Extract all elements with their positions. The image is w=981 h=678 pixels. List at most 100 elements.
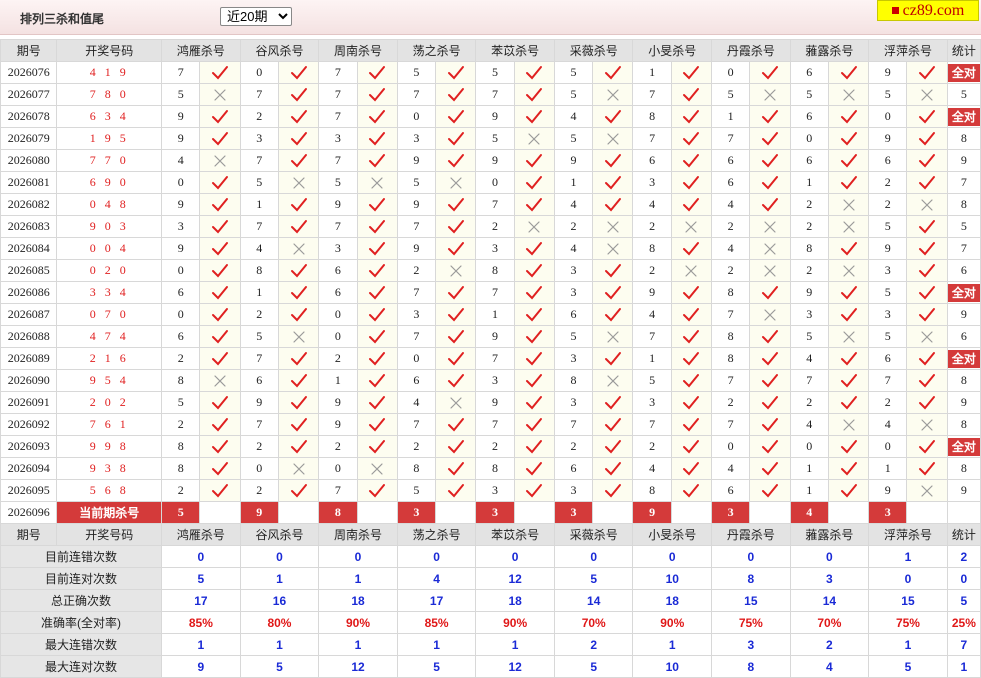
table-row: 2026086 3 3 4 6 1 6 7 7 3 9 8 9 5 全对: [0, 281, 981, 304]
period-cell: 2026089: [0, 347, 58, 370]
result-mark-cell: [749, 281, 791, 304]
current-empty-cell: [749, 501, 791, 524]
kill-number-cell: 2: [239, 435, 279, 458]
result-mark-cell: [906, 259, 948, 282]
kill-number-cell: 5: [868, 325, 908, 348]
stat-value: 1: [396, 633, 477, 656]
kill-number-cell: 2: [553, 215, 594, 238]
kill-number-cell: 7: [239, 413, 279, 436]
row-total-value: 7: [960, 175, 967, 189]
period-cell: 2026077: [0, 83, 58, 106]
kill-number-cell: 3: [396, 303, 437, 326]
cross-icon: [607, 132, 619, 145]
cross-icon: [450, 176, 462, 189]
kill-number-cell: 3: [553, 347, 594, 370]
kill-number-cell: 8: [161, 435, 201, 458]
kill-number-cell: 3: [475, 369, 515, 392]
check-icon: [447, 285, 464, 299]
result-mark-cell: [513, 479, 555, 502]
result-mark-cell: [827, 83, 870, 106]
kill-number-cell: 7: [711, 303, 751, 326]
result-mark-cell: [277, 127, 320, 150]
stat-value: 2: [789, 633, 870, 656]
check-icon: [212, 241, 229, 255]
result-mark-cell: [906, 479, 948, 502]
period-range-select[interactable]: 近20期: [220, 7, 292, 26]
cross-icon: [292, 176, 305, 189]
stat-value: 10: [632, 567, 713, 590]
check-icon: [212, 175, 229, 189]
check-icon: [919, 153, 936, 167]
result-mark-cell: [277, 281, 320, 304]
result-mark-cell: [749, 215, 791, 238]
row-total-cell: 9: [946, 303, 981, 326]
kill-number-cell: 7: [239, 83, 279, 106]
kill-number-cell: 9: [475, 105, 515, 128]
kill-number-cell: 3: [553, 479, 594, 502]
cross-icon: [371, 462, 383, 475]
kill-number-cell: 7: [396, 83, 437, 106]
check-icon: [526, 197, 543, 211]
kill-number-cell: 7: [632, 83, 672, 106]
check-icon: [683, 131, 700, 145]
kill-number-cell: 5: [475, 127, 515, 150]
check-icon: [604, 461, 621, 475]
result-mark-cell: [670, 281, 713, 304]
kill-number-cell: 2: [789, 215, 829, 238]
result-mark-cell: [906, 303, 948, 326]
kill-number-cell: 9: [161, 127, 201, 150]
check-icon: [683, 395, 700, 409]
stat-value: 12: [475, 567, 555, 590]
check-icon: [604, 285, 621, 299]
result-mark-cell: [199, 457, 241, 480]
stat-value: 14: [789, 589, 870, 612]
cross-icon: [607, 374, 619, 387]
draw-number-cell: 5 6 8: [56, 479, 163, 502]
check-icon: [369, 373, 386, 387]
stat-value: 1: [239, 567, 320, 590]
check-icon: [604, 153, 621, 167]
draw-number-cell: 9 9 8: [56, 435, 163, 458]
period-cell: 2026092: [0, 413, 58, 436]
kill-number-cell: 0: [161, 259, 201, 282]
check-icon: [840, 307, 857, 321]
header-expert: 周南杀号: [318, 39, 398, 62]
top-bar: 排列三杀和值尾 近20期 cz89.com: [0, 0, 981, 35]
kill-number-cell: 6: [396, 369, 437, 392]
kill-number-cell: 2: [475, 435, 515, 458]
result-mark-cell: [435, 193, 477, 216]
result-mark-cell: [827, 325, 870, 348]
result-mark-cell: [827, 259, 870, 282]
stat-value: 18: [475, 589, 555, 612]
result-mark-cell: [827, 193, 870, 216]
kill-number-cell: 9: [475, 325, 515, 348]
check-icon: [683, 329, 700, 343]
current-kill-number: 9: [632, 501, 672, 524]
kill-number-cell: 3: [632, 391, 672, 414]
current-kill-number: 9: [239, 501, 279, 524]
kill-number-cell: 0: [789, 435, 829, 458]
kill-number-cell: 8: [711, 325, 751, 348]
check-icon: [526, 395, 543, 409]
site-logo[interactable]: cz89.com: [877, 0, 979, 21]
kill-number-cell: 7: [239, 215, 279, 238]
header-row: 期号 开奖号码 鸿雁杀号 谷风杀号 周南杀号 荡之杀号 苯苡杀号 采薇杀号 小旻杀号 丹霞杀号 蕥露…: [0, 39, 981, 62]
result-mark-cell: [199, 83, 241, 106]
result-mark-cell: [435, 149, 477, 172]
check-icon: [526, 87, 543, 101]
kill-number-cell: 8: [475, 259, 515, 282]
kill-number-cell: 2: [161, 347, 201, 370]
stat-value: 5: [161, 567, 241, 590]
stat-value: 10: [632, 655, 713, 678]
result-mark-cell: [199, 325, 241, 348]
stat-value: 3: [711, 633, 791, 656]
period-cell: 2026093: [0, 435, 58, 458]
stat-value: 0: [868, 567, 948, 590]
check-icon: [369, 65, 386, 79]
check-icon: [369, 351, 386, 365]
kill-number-cell: 7: [318, 105, 358, 128]
result-mark-cell: [670, 149, 713, 172]
stat-value: 5: [396, 655, 477, 678]
result-mark-cell: [356, 435, 398, 458]
result-mark-cell: [277, 391, 320, 414]
